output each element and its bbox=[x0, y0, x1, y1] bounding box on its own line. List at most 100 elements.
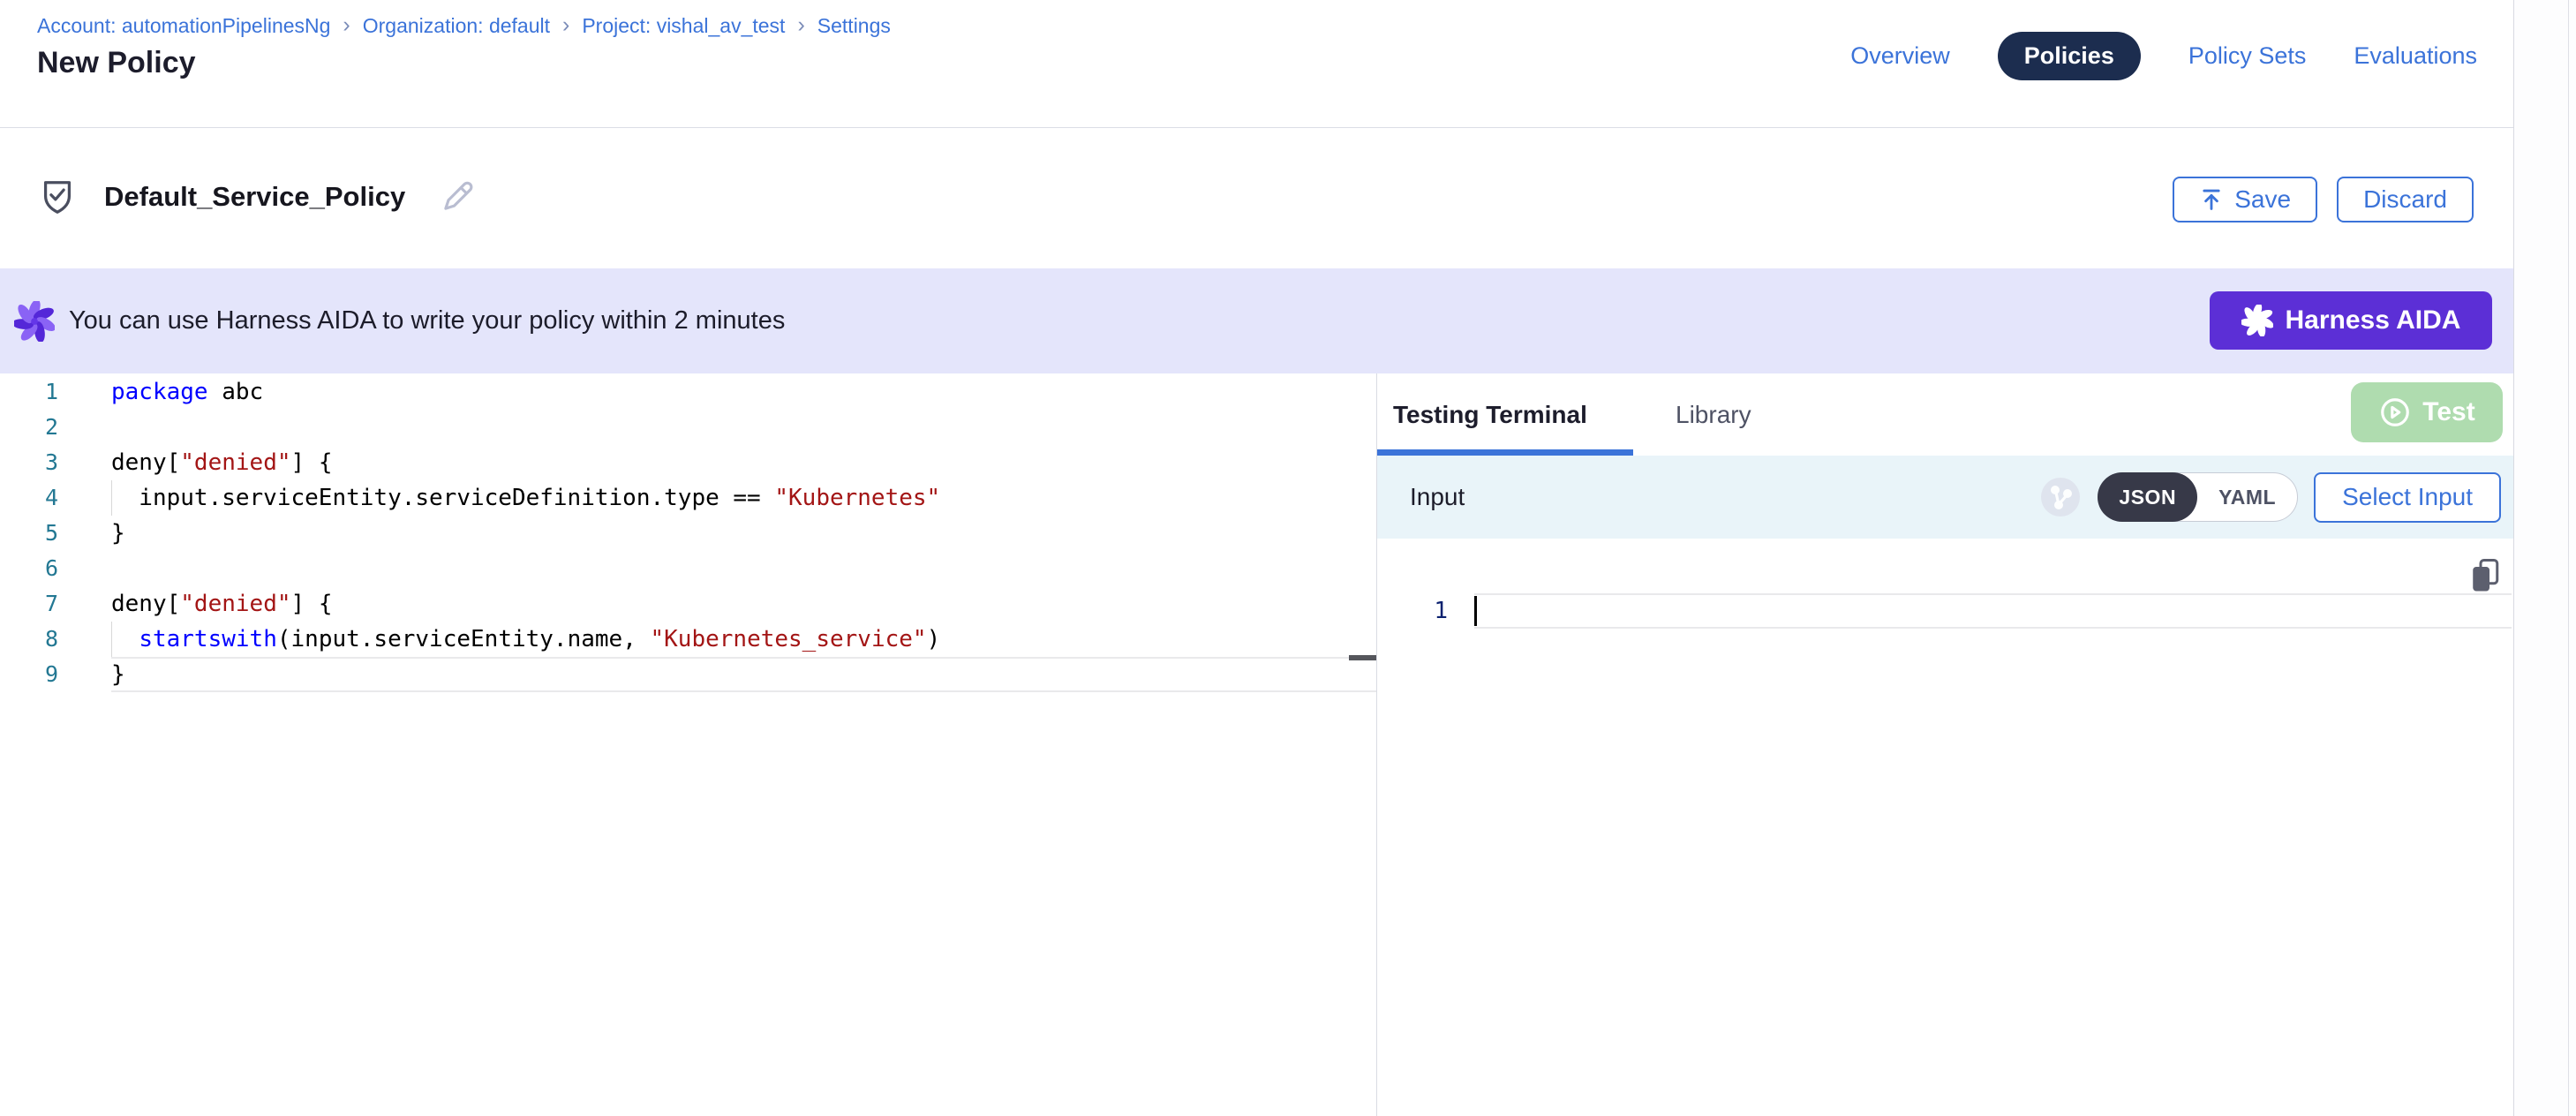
code-line-row: 6 bbox=[0, 551, 1376, 586]
format-option-json[interactable]: JSON bbox=[2098, 472, 2197, 522]
policy-name: Default_Service_Policy bbox=[104, 181, 405, 213]
page-header: Account: automationPipelinesNg › Organizat… bbox=[0, 0, 2513, 128]
code-line[interactable]: input.serviceEntity.serviceDefinition.ty… bbox=[111, 480, 1376, 516]
tab-policy-sets[interactable]: Policy Sets bbox=[2188, 42, 2307, 70]
code-line-row: 9} bbox=[0, 657, 1376, 692]
breadcrumb-item[interactable]: Organization: default bbox=[363, 14, 550, 38]
code-token: abc bbox=[208, 379, 264, 405]
input-format-toggle: JSON YAML bbox=[2098, 472, 2298, 522]
policy-code-lines: 1package abc23deny["denied"] {4 input.se… bbox=[0, 374, 1376, 692]
test-button[interactable]: Test bbox=[2351, 382, 2503, 442]
tab-testing-terminal[interactable]: Testing Terminal bbox=[1393, 373, 1587, 456]
window-right-gutter bbox=[2513, 0, 2576, 1116]
save-button[interactable]: Save bbox=[2173, 177, 2317, 222]
aida-flower-icon bbox=[2241, 305, 2273, 336]
test-button-label: Test bbox=[2422, 397, 2474, 427]
format-option-yaml[interactable]: YAML bbox=[2197, 486, 2297, 509]
testing-pane: Testing Terminal Library Test Input bbox=[1377, 373, 2513, 1116]
code-line[interactable]: } bbox=[111, 657, 1376, 692]
chevron-right-icon: › bbox=[797, 12, 804, 38]
code-token: (input.serviceEntity.name, bbox=[277, 626, 651, 652]
tab-library[interactable]: Library bbox=[1676, 373, 1751, 456]
git-fork-icon bbox=[2039, 476, 2082, 518]
line-number: 6 bbox=[0, 551, 76, 586]
input-panel-title: Input bbox=[1410, 483, 1465, 511]
play-circle-icon bbox=[2378, 396, 2412, 429]
line-number: 8 bbox=[0, 622, 76, 657]
code-line[interactable]: startswith(input.serviceEntity.name, "Ku… bbox=[111, 622, 1376, 657]
chevron-right-icon: › bbox=[562, 12, 569, 38]
code-token: "denied" bbox=[180, 449, 290, 476]
aida-banner: You can use Harness AIDA to write your p… bbox=[0, 268, 2513, 373]
text-cursor bbox=[1474, 596, 1477, 626]
line-number: 3 bbox=[0, 445, 76, 480]
line-number: 4 bbox=[0, 480, 76, 516]
line-number: 5 bbox=[0, 516, 76, 551]
code-token: "denied" bbox=[180, 591, 290, 617]
breadcrumb-item[interactable]: Settings bbox=[817, 14, 891, 38]
active-tab-underline bbox=[1377, 449, 1633, 456]
overview-ruler-cursor-mark bbox=[1349, 655, 1376, 660]
tab-policies[interactable]: Policies bbox=[1998, 32, 2141, 80]
input-editor-content[interactable] bbox=[1474, 593, 2512, 629]
code-token: ] { bbox=[291, 591, 333, 617]
code-token: startswith bbox=[139, 626, 277, 652]
line-number: 9 bbox=[0, 657, 76, 692]
code-line[interactable]: package abc bbox=[111, 374, 1376, 410]
code-token: } bbox=[111, 520, 125, 547]
testing-tabs-row: Testing Terminal Library Test bbox=[1377, 373, 2513, 456]
policy-title-bar: Default_Service_Policy Save Discard bbox=[0, 128, 2513, 268]
line-number: 2 bbox=[0, 410, 76, 445]
shield-check-icon bbox=[37, 176, 78, 218]
code-line-row: 1 package abc bbox=[0, 374, 1376, 410]
harness-aida-button-label: Harness AIDA bbox=[2286, 305, 2461, 336]
aida-flower-icon bbox=[14, 301, 55, 342]
breadcrumb: Account: automationPipelinesNg › Organizat… bbox=[37, 14, 891, 38]
code-line[interactable] bbox=[111, 410, 1376, 445]
code-token: } bbox=[111, 661, 125, 688]
code-line-row: 5} bbox=[0, 516, 1376, 551]
code-token: deny[ bbox=[111, 591, 180, 617]
code-line[interactable]: } bbox=[111, 516, 1376, 551]
code-line[interactable] bbox=[111, 551, 1376, 586]
breadcrumb-item[interactable]: Account: automationPipelinesNg bbox=[37, 14, 330, 38]
code-token: input.serviceEntity.serviceDefinition.ty… bbox=[111, 485, 774, 511]
indent-guide bbox=[111, 480, 112, 516]
code-line-row: 7 deny["denied"] { bbox=[0, 586, 1376, 622]
policy-identity: Default_Service_Policy bbox=[37, 176, 476, 218]
breadcrumb-item[interactable]: Project: vishal_av_test bbox=[582, 14, 785, 38]
code-token: "Kubernetes_service" bbox=[651, 626, 927, 652]
code-line-row: 4 input.serviceEntity.serviceDefinition.… bbox=[0, 480, 1376, 516]
chevron-right-icon: › bbox=[343, 12, 350, 38]
line-number: 1 bbox=[0, 374, 76, 410]
aida-banner-message-group: You can use Harness AIDA to write your p… bbox=[14, 268, 785, 373]
code-line-row: 2 bbox=[0, 410, 1376, 445]
line-number: 7 bbox=[0, 586, 76, 622]
code-line[interactable]: deny["denied"] { bbox=[111, 445, 1376, 480]
tab-overview[interactable]: Overview bbox=[1850, 42, 1950, 70]
code-token: package bbox=[111, 379, 208, 405]
code-token: "Kubernetes" bbox=[774, 485, 940, 511]
harness-aida-button[interactable]: Harness AIDA bbox=[2210, 291, 2492, 350]
code-token: ) bbox=[927, 626, 941, 652]
policy-actions: Save Discard bbox=[2173, 177, 2474, 222]
discard-button[interactable]: Discard bbox=[2337, 177, 2474, 222]
select-input-button[interactable]: Select Input bbox=[2314, 472, 2501, 523]
input-editor-line[interactable]: 1 bbox=[1377, 593, 2512, 629]
code-line-row: 8 startswith(input.serviceEntity.name, "… bbox=[0, 622, 1376, 657]
code-line[interactable]: deny["denied"] { bbox=[111, 586, 1376, 622]
save-button-label: Save bbox=[2234, 185, 2291, 214]
policy-editor-page: Account: automationPipelinesNg › Organizat… bbox=[0, 0, 2576, 1116]
indent-guide bbox=[111, 622, 112, 657]
input-editor[interactable]: 1 bbox=[1377, 539, 2513, 1116]
code-token: ] { bbox=[291, 449, 333, 476]
code-token bbox=[111, 626, 139, 652]
tab-evaluations[interactable]: Evaluations bbox=[2354, 42, 2477, 70]
top-nav: Overview Policies Policy Sets Evaluations bbox=[1850, 32, 2477, 80]
code-token: deny[ bbox=[111, 449, 180, 476]
input-panel-header: Input JSON YAML Select Input bbox=[1377, 456, 2513, 539]
upload-icon bbox=[2199, 187, 2224, 212]
pencil-icon[interactable] bbox=[439, 178, 476, 215]
copy-icon[interactable] bbox=[2469, 558, 2501, 593]
page-title: New Policy bbox=[37, 46, 196, 80]
